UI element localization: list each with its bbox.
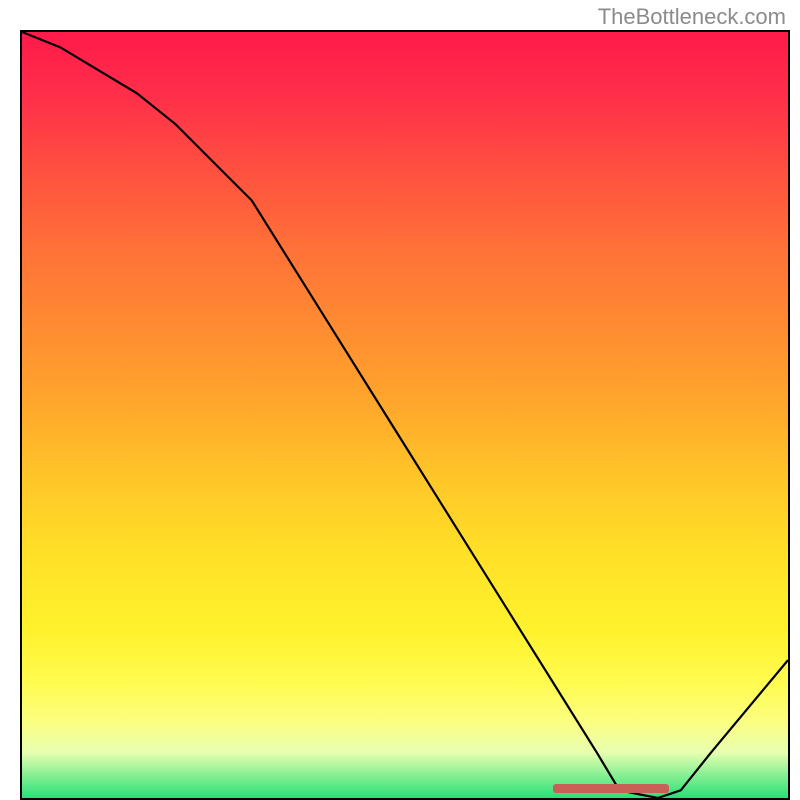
watermark-text: TheBottleneck.com [598,4,786,30]
optimal-range-marker [553,784,669,793]
curve-path [22,32,788,798]
chart-container: TheBottleneck.com [0,0,800,800]
plot-area [20,30,790,800]
bottleneck-curve [22,32,788,798]
